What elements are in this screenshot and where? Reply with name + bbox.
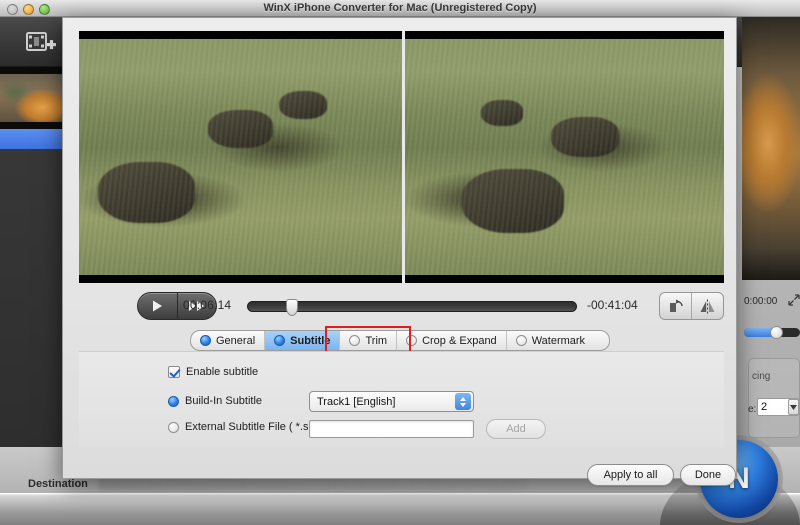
checkbox-icon[interactable]: [168, 366, 180, 378]
app-root: 0:00:00 cing e: 2 Destination N WinX iPh…: [0, 0, 800, 525]
preview-pane-output[interactable]: [401, 31, 724, 283]
volume-slider[interactable]: [744, 326, 800, 339]
radio-icon[interactable]: [168, 395, 179, 407]
apply-to-all-button[interactable]: Apply to all: [587, 464, 674, 486]
enable-subtitle-row[interactable]: Enable subtitle: [168, 366, 258, 378]
scrub-slider[interactable]: [247, 299, 577, 316]
remaining-time-label: -00:41:04: [587, 298, 638, 312]
add-subtitle-button[interactable]: Add: [486, 419, 546, 439]
media-list-selected-row[interactable]: [0, 129, 70, 149]
subtitle-track-select[interactable]: Track1 [English]: [309, 391, 474, 412]
film-add-icon[interactable]: [18, 26, 64, 60]
window-title: WinX iPhone Converter for Mac (Unregiste…: [263, 2, 537, 14]
build-in-subtitle-label: Build-In Subtitle: [185, 395, 263, 407]
media-thumbnail[interactable]: [0, 67, 70, 129]
scrub-handle[interactable]: [285, 299, 298, 316]
external-subtitle-path-input[interactable]: [309, 420, 474, 438]
radio-icon: [274, 335, 286, 346]
build-in-subtitle-row[interactable]: Build-In Subtitle: [168, 395, 262, 407]
radio-icon: [406, 335, 418, 346]
current-time-label: 00:06:14: [183, 298, 232, 312]
external-subtitle-label: External Subtitle File ( *.srt): [185, 421, 319, 433]
background-preview-time: 0:00:00: [744, 296, 778, 307]
thumbnail-image: [0, 74, 70, 122]
grass-texture: [79, 39, 402, 275]
settings-tab-bar: General Subtitle Trim Crop & Expand Wate…: [190, 330, 610, 351]
media-list[interactable]: [0, 67, 70, 447]
tab-label: Subtitle: [290, 334, 331, 347]
stepper-arrows-icon[interactable]: [455, 393, 471, 410]
tab-label: Crop & Expand: [422, 334, 497, 347]
radio-icon: [349, 335, 361, 346]
transform-button-group: [659, 292, 724, 320]
tab-general[interactable]: General: [191, 331, 264, 350]
edit-dialog: 00:06:14 -00:41:04 General Subtitle Trim…: [62, 17, 737, 486]
external-subtitle-row[interactable]: External Subtitle File ( *.srt): [168, 421, 319, 433]
preview-pane-source[interactable]: [79, 31, 402, 283]
preview-image-output: [404, 39, 724, 275]
chevron-down-icon[interactable]: [788, 399, 799, 415]
transport-controls: 00:06:14 -00:41:04: [79, 292, 724, 322]
tab-label: Watermark: [531, 334, 586, 347]
tab-subtitle[interactable]: Subtitle: [264, 331, 340, 350]
radio-icon[interactable]: [168, 421, 179, 433]
preview-image-source: [79, 39, 402, 275]
subtitle-track-value: Track1 [English]: [317, 395, 396, 408]
radio-icon: [515, 335, 527, 346]
volume-knob[interactable]: [769, 326, 783, 339]
destination-label: Destination: [28, 478, 88, 490]
destination-path-blurred[interactable]: [98, 477, 528, 491]
background-preview: [742, 17, 800, 280]
rotate-icon[interactable]: [660, 293, 691, 319]
background-field-label: e:: [748, 404, 757, 415]
grass-texture: [404, 39, 724, 275]
expand-icon[interactable]: [788, 294, 800, 306]
tab-watermark[interactable]: Watermark: [505, 331, 594, 350]
tab-trim[interactable]: Trim: [339, 331, 396, 350]
video-preview-area: [79, 31, 724, 283]
enable-subtitle-label: Enable subtitle: [186, 366, 259, 378]
done-button[interactable]: Done: [680, 464, 736, 486]
volume-fill: [744, 328, 774, 337]
tab-label: Trim: [365, 334, 388, 347]
play-icon[interactable]: [138, 293, 177, 319]
tab-label: General: [216, 334, 256, 347]
background-group-label: cing: [752, 371, 771, 382]
radio-icon: [200, 335, 211, 346]
flip-horizontal-icon[interactable]: [691, 293, 723, 319]
tab-crop-expand[interactable]: Crop & Expand: [396, 331, 506, 350]
